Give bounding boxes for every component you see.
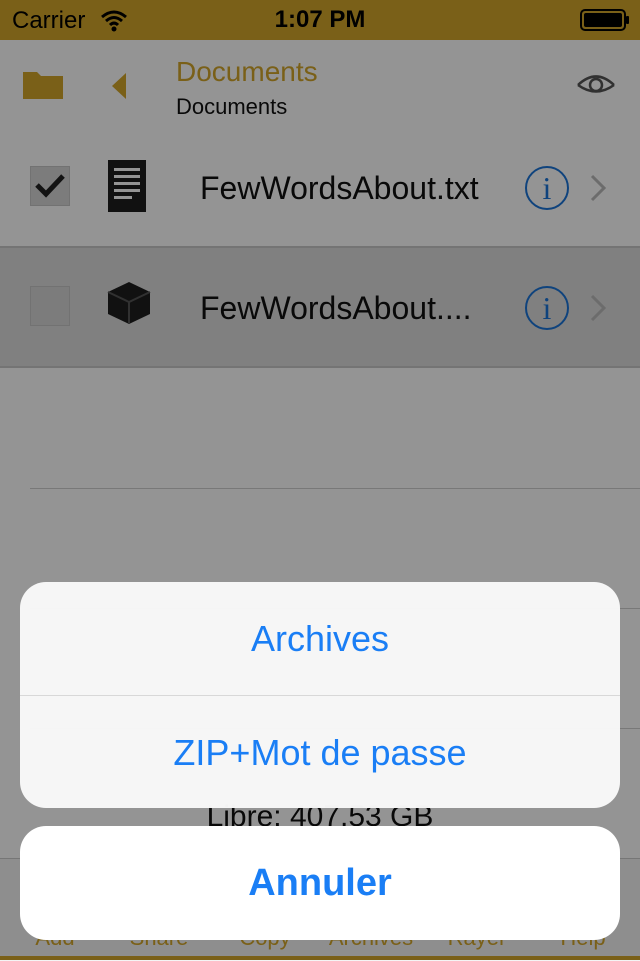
cancel-button[interactable]: Annuler xyxy=(20,826,620,940)
action-sheet: Archives ZIP+Mot de passe xyxy=(20,582,620,808)
archives-option-button[interactable]: Archives xyxy=(20,582,620,695)
modal-overlay[interactable] xyxy=(0,0,640,960)
zip-password-option-button[interactable]: ZIP+Mot de passe xyxy=(20,696,620,808)
